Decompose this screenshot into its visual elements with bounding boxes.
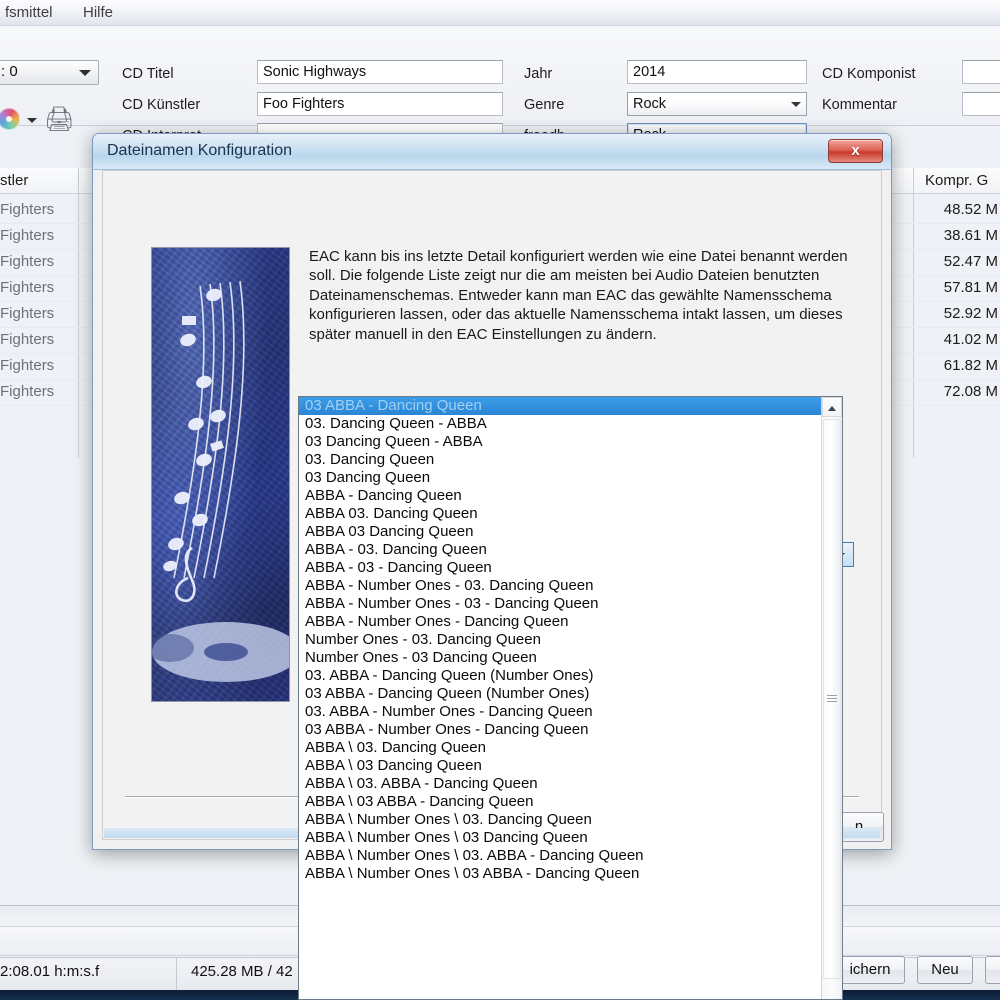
dropdown-option[interactable]: 03. ABBA - Dancing Queen (Number Ones) bbox=[299, 667, 821, 685]
chevron-down-icon bbox=[79, 70, 91, 76]
chevron-down-icon bbox=[791, 102, 801, 107]
dialog-title-bar[interactable]: Dateinamen Konfiguration x bbox=[93, 134, 891, 170]
dropdown-option[interactable]: 03 Dancing Queen - ABBA bbox=[299, 433, 821, 451]
dropdown-option[interactable]: ABBA - 03 - Dancing Queen bbox=[299, 559, 821, 577]
dropdown-option[interactable]: 03. Dancing Queen bbox=[299, 451, 821, 469]
chevron-down-icon[interactable] bbox=[27, 118, 37, 123]
dropdown-option[interactable]: ABBA \ Number Ones \ 03. ABBA - Dancing … bbox=[299, 847, 821, 865]
label-genre: Genre bbox=[524, 97, 565, 113]
table-row-size[interactable]: 52.47 M bbox=[918, 253, 998, 270]
dropdown-option[interactable]: ABBA - Number Ones - 03 - Dancing Queen bbox=[299, 595, 821, 613]
drive-select-value: : 0 bbox=[1, 63, 18, 80]
naming-scheme-dropdown-list[interactable]: 03 ABBA - Dancing Queen 03. Dancing Queen… bbox=[298, 396, 843, 1000]
printer-icon[interactable]: 🖨 bbox=[44, 108, 76, 132]
table-row-artist[interactable]: Fighters bbox=[0, 279, 54, 296]
dropdown-option[interactable]: 03 ABBA - Dancing Queen (Number Ones) bbox=[299, 685, 821, 703]
dropdown-option[interactable]: ABBA - Dancing Queen bbox=[299, 487, 821, 505]
table-row-artist[interactable]: Fighters bbox=[0, 201, 54, 218]
column-header-size[interactable]: Kompr. G bbox=[925, 172, 988, 189]
table-row-artist[interactable]: Fighters bbox=[0, 357, 54, 374]
dropdown-option[interactable]: 03. ABBA - Number Ones - Dancing Queen bbox=[299, 703, 821, 721]
select-genre[interactable]: Rock bbox=[627, 92, 807, 116]
dropdown-option[interactable]: ABBA \ 03. Dancing Queen bbox=[299, 739, 821, 757]
screen: fsmittel Hilfe : 0 🖨 CD Titel CD Künstle… bbox=[0, 0, 1000, 1000]
dropdown-option[interactable]: ABBA 03. Dancing Queen bbox=[299, 505, 821, 523]
table-row-size[interactable]: 48.52 M bbox=[918, 201, 998, 218]
dropdown-option[interactable]: 03. Dancing Queen - ABBA bbox=[299, 415, 821, 433]
table-row-size[interactable]: 61.82 M bbox=[918, 357, 998, 374]
table-column-divider bbox=[913, 168, 914, 458]
table-row-size[interactable]: 38.61 M bbox=[918, 227, 998, 244]
chevron-up-icon[interactable] bbox=[822, 397, 842, 417]
table-row-size[interactable]: 52.92 M bbox=[918, 305, 998, 322]
table-row-size[interactable]: 41.02 M bbox=[918, 331, 998, 348]
dropdown-option[interactable]: ABBA \ 03 ABBA - Dancing Queen bbox=[299, 793, 821, 811]
label-cd-kuenstler: CD Künstler bbox=[122, 97, 201, 113]
table-row-artist[interactable]: Fighters bbox=[0, 305, 54, 322]
table-row-artist[interactable]: Fighters bbox=[0, 253, 54, 270]
input-cd-titel[interactable]: Sonic Highways bbox=[257, 60, 503, 84]
dropdown-option[interactable]: ABBA \ Number Ones \ 03 ABBA - Dancing Q… bbox=[299, 865, 821, 883]
dropdown-option[interactable]: 03 ABBA - Dancing Queen bbox=[299, 397, 821, 415]
table-row-artist[interactable]: Fighters bbox=[0, 227, 54, 244]
menu-item-hilfe[interactable]: Hilfe bbox=[78, 3, 118, 22]
music-notes-icon bbox=[152, 280, 289, 682]
dropdown-option[interactable]: ABBA 03 Dancing Queen bbox=[299, 523, 821, 541]
dropdown-option[interactable]: Number Ones - 03 Dancing Queen bbox=[299, 649, 821, 667]
dropdown-option[interactable]: ABBA \ Number Ones \ 03. Dancing Queen bbox=[299, 811, 821, 829]
dropdown-option[interactable]: ABBA - 03. Dancing Queen bbox=[299, 541, 821, 559]
scrollbar-thumb[interactable] bbox=[823, 419, 841, 979]
dropdown-option[interactable]: 03 Dancing Queen bbox=[299, 469, 821, 487]
status-size: 425.28 MB / 42 bbox=[191, 963, 293, 980]
table-row-artist[interactable]: Fighters bbox=[0, 383, 54, 400]
dropdown-option[interactable]: ABBA \ 03 Dancing Queen bbox=[299, 757, 821, 775]
album-art-image bbox=[151, 247, 290, 702]
input-cd-komponist[interactable] bbox=[962, 60, 1000, 84]
column-header-artist[interactable]: stler bbox=[0, 172, 28, 189]
dropdown-option[interactable]: ABBA - Number Ones - Dancing Queen bbox=[299, 613, 821, 631]
label-cd-komponist: CD Komponist bbox=[822, 66, 916, 82]
dialog-title: Dateinamen Konfiguration bbox=[107, 142, 293, 159]
label-cd-titel: CD Titel bbox=[122, 66, 174, 82]
dialog-paragraph-1: EAC kann bis ins letzte Detail konfiguri… bbox=[309, 248, 848, 343]
menu-item-hilfsmittel[interactable]: fsmittel bbox=[0, 3, 58, 22]
dropdown-option[interactable]: ABBA - Number Ones - 03. Dancing Queen bbox=[299, 577, 821, 595]
select-genre-value: Rock bbox=[633, 96, 667, 112]
label-jahr: Jahr bbox=[524, 66, 553, 82]
table-row-artist[interactable]: Fighters bbox=[0, 331, 54, 348]
input-jahr[interactable]: 2014 bbox=[627, 60, 807, 84]
cd-info-form: : 0 🖨 CD Titel CD Künstler CD Interpret … bbox=[0, 26, 1000, 147]
status-divider bbox=[176, 957, 177, 990]
drive-select[interactable]: : 0 bbox=[0, 60, 99, 85]
table-row-size[interactable]: 57.81 M bbox=[918, 279, 998, 296]
input-cd-kuenstler[interactable]: Foo Fighters bbox=[257, 92, 503, 116]
dropdown-option[interactable]: Number Ones - 03. Dancing Queen bbox=[299, 631, 821, 649]
dropdown-option[interactable]: ABBA \ 03. ABBA - Dancing Queen bbox=[299, 775, 821, 793]
label-kommentar: Kommentar bbox=[822, 97, 897, 113]
extra-button[interactable] bbox=[985, 956, 1000, 984]
new-button[interactable]: Neu bbox=[917, 956, 973, 984]
close-icon[interactable]: x bbox=[828, 139, 883, 163]
dropdown-options[interactable]: 03 ABBA - Dancing Queen 03. Dancing Queen… bbox=[299, 397, 821, 999]
save-button[interactable]: ichern bbox=[835, 956, 905, 984]
scrollbar-grip-icon bbox=[827, 695, 837, 703]
dropdown-option[interactable]: ABBA \ Number Ones \ 03 Dancing Queen bbox=[299, 829, 821, 847]
input-kommentar[interactable] bbox=[962, 92, 1000, 116]
dropdown-scrollbar[interactable] bbox=[821, 397, 842, 999]
table-row-size[interactable]: 72.08 M bbox=[918, 383, 998, 400]
menu-bar: fsmittel Hilfe bbox=[0, 0, 1000, 26]
cd-disc-icon[interactable] bbox=[0, 108, 20, 130]
table-column-divider bbox=[78, 168, 79, 458]
status-time: 2:08.01 h:m:s.f bbox=[0, 963, 100, 980]
dropdown-option[interactable]: 03 ABBA - Number Ones - Dancing Queen bbox=[299, 721, 821, 739]
